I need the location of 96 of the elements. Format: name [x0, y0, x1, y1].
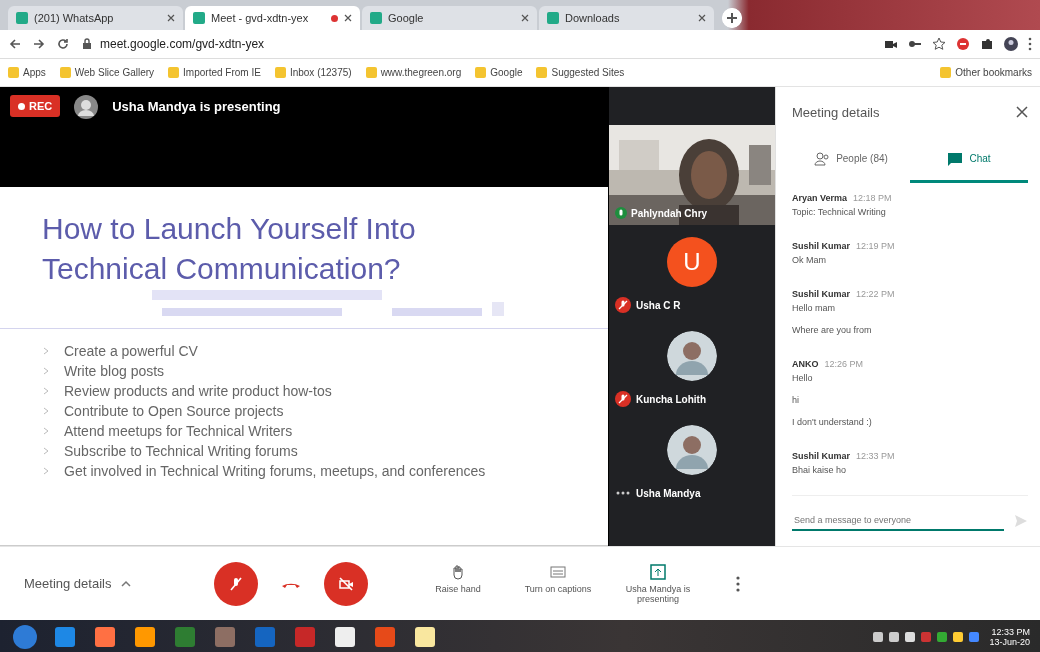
lock-icon — [80, 37, 94, 51]
message-sender: Sushil Kumar — [792, 241, 850, 251]
bullet-icon — [42, 427, 50, 436]
message-time: 12:26 PM — [824, 359, 864, 369]
browser-tab[interactable]: (201) WhatsApp — [8, 6, 183, 30]
avatar-icon[interactable] — [1004, 37, 1018, 51]
stop-icon[interactable] — [956, 37, 970, 51]
bullet-text: Contribute to Open Source projects — [64, 403, 284, 420]
recording-dot — [331, 14, 338, 22]
menu-icon[interactable] — [1028, 37, 1032, 51]
action-button[interactable]: Turn on captions — [508, 562, 608, 605]
participant-name: Usha Mandya — [636, 487, 701, 499]
clock-date: 13-Jun-20 — [989, 637, 1030, 647]
participant-name: Kuncha Lohith — [636, 393, 706, 405]
panel-title: Meeting details — [792, 104, 880, 120]
back-icon[interactable] — [8, 37, 22, 51]
forward-icon[interactable] — [32, 37, 46, 51]
participant-name: Pahlyndah Chry — [631, 208, 708, 219]
participant-name: Usha C R — [636, 299, 681, 311]
avatar-icon — [667, 331, 717, 381]
people-icon — [814, 151, 831, 166]
bookmark[interactable]: www.thegreen.org — [365, 67, 462, 78]
bullet-text: Get involved in Technical Writing forums, meetups, and conferences — [64, 463, 486, 480]
mic-button[interactable] — [214, 561, 258, 606]
action-button[interactable]: Usha Mandya is presenting — [608, 562, 708, 605]
panel-tab[interactable]: Chat — [910, 137, 1028, 183]
close-icon[interactable] — [167, 14, 175, 22]
message-sender: Sushil Kumar — [792, 289, 850, 299]
participant-avatar: U — [667, 237, 717, 287]
message-time: 12:18 PM — [853, 193, 892, 203]
camera-off-icon — [337, 574, 355, 593]
message-sender: Sushil Kumar — [792, 451, 850, 461]
avatar-icon — [74, 95, 99, 119]
message-time: 12:33 PM — [856, 451, 895, 461]
other-bookmarks[interactable]: Other bookmarks — [940, 67, 1032, 78]
message-sender: ANKO — [792, 359, 819, 369]
bullet-icon — [42, 367, 50, 376]
bullet-icon — [42, 467, 50, 476]
tray-icon[interactable] — [905, 632, 916, 642]
chat-icon — [947, 151, 964, 166]
message-time: 12:22 PM — [856, 289, 895, 299]
bookmark[interactable]: Apps — [8, 67, 46, 78]
message-text: Where are you from — [792, 325, 873, 335]
message-text: Ok Mam — [792, 255, 827, 265]
new-tab-icon[interactable] — [722, 8, 742, 28]
caret-icon — [121, 580, 132, 587]
presenter-text: Usha Mandya is presenting — [112, 99, 281, 114]
bullet-icon — [42, 447, 50, 456]
url-field[interactable]: meet.google.com/gvd-xdtn-yex — [100, 35, 265, 53]
bullet-icon — [42, 387, 50, 396]
bookmark[interactable]: Google — [475, 67, 523, 78]
tray-icon[interactable] — [953, 632, 964, 642]
star-icon[interactable] — [932, 37, 946, 51]
close-icon[interactable] — [1016, 106, 1028, 118]
message-text: Hello — [792, 373, 814, 383]
message-text: Topic: Technical Writing — [792, 207, 887, 217]
bullet-text: Write blog posts — [64, 363, 165, 380]
tray-icon[interactable] — [873, 632, 884, 642]
bullet-text: Create a powerful CV — [64, 343, 198, 360]
bullet-text: Review products and write product how-tos — [64, 383, 332, 400]
message-text: hi — [792, 395, 800, 405]
bookmark[interactable]: Imported From IE — [168, 67, 261, 78]
present-icon — [650, 563, 666, 580]
browser-tab[interactable]: Google — [362, 6, 537, 30]
close-icon[interactable] — [698, 14, 706, 22]
browser-tab[interactable]: Meet - gvd-xdtn-yex — [185, 6, 360, 30]
message-text: I don't understand :) — [792, 417, 873, 427]
tray-icon[interactable] — [937, 632, 948, 642]
reload-icon[interactable] — [56, 37, 70, 51]
bullet-icon — [42, 347, 50, 356]
tray-icon[interactable] — [889, 632, 900, 642]
close-icon[interactable] — [521, 14, 529, 22]
message-time: 12:19 PM — [856, 241, 895, 251]
avatar-icon — [667, 425, 717, 475]
panel-tab[interactable]: People (84) — [792, 137, 910, 183]
message-text: Bhai kaise ho — [792, 465, 848, 475]
browser-tab[interactable]: Downloads — [539, 6, 714, 30]
clock-time: 12:33 PM — [991, 627, 1030, 637]
bullet-icon — [42, 407, 50, 416]
message-sender: Aryan Verma — [792, 193, 848, 203]
bookmark[interactable]: Suggested Sites — [536, 67, 625, 78]
close-icon[interactable] — [344, 14, 352, 22]
bookmark[interactable]: Inbox (12375) — [274, 67, 352, 78]
captions-icon — [550, 563, 566, 580]
more-options-icon[interactable] — [736, 575, 740, 592]
bookmark[interactable]: Web Slice Gallery — [59, 67, 155, 78]
meeting-details-button[interactable]: Meeting details — [24, 576, 214, 591]
camera-button[interactable] — [324, 561, 368, 606]
action-button[interactable]: Raise hand — [408, 562, 508, 605]
hand-icon — [450, 563, 466, 580]
slide-title: How to Launch Yourself Into Technical Communication? — [42, 211, 417, 287]
recording-badge: REC — [10, 95, 61, 117]
tray-icon[interactable] — [969, 632, 980, 642]
bullet-text: Attend meetups for Technical Writers — [64, 423, 293, 440]
bullet-text: Subscribe to Technical Writing forums — [64, 443, 298, 460]
message-text: Hello mam — [792, 303, 836, 313]
